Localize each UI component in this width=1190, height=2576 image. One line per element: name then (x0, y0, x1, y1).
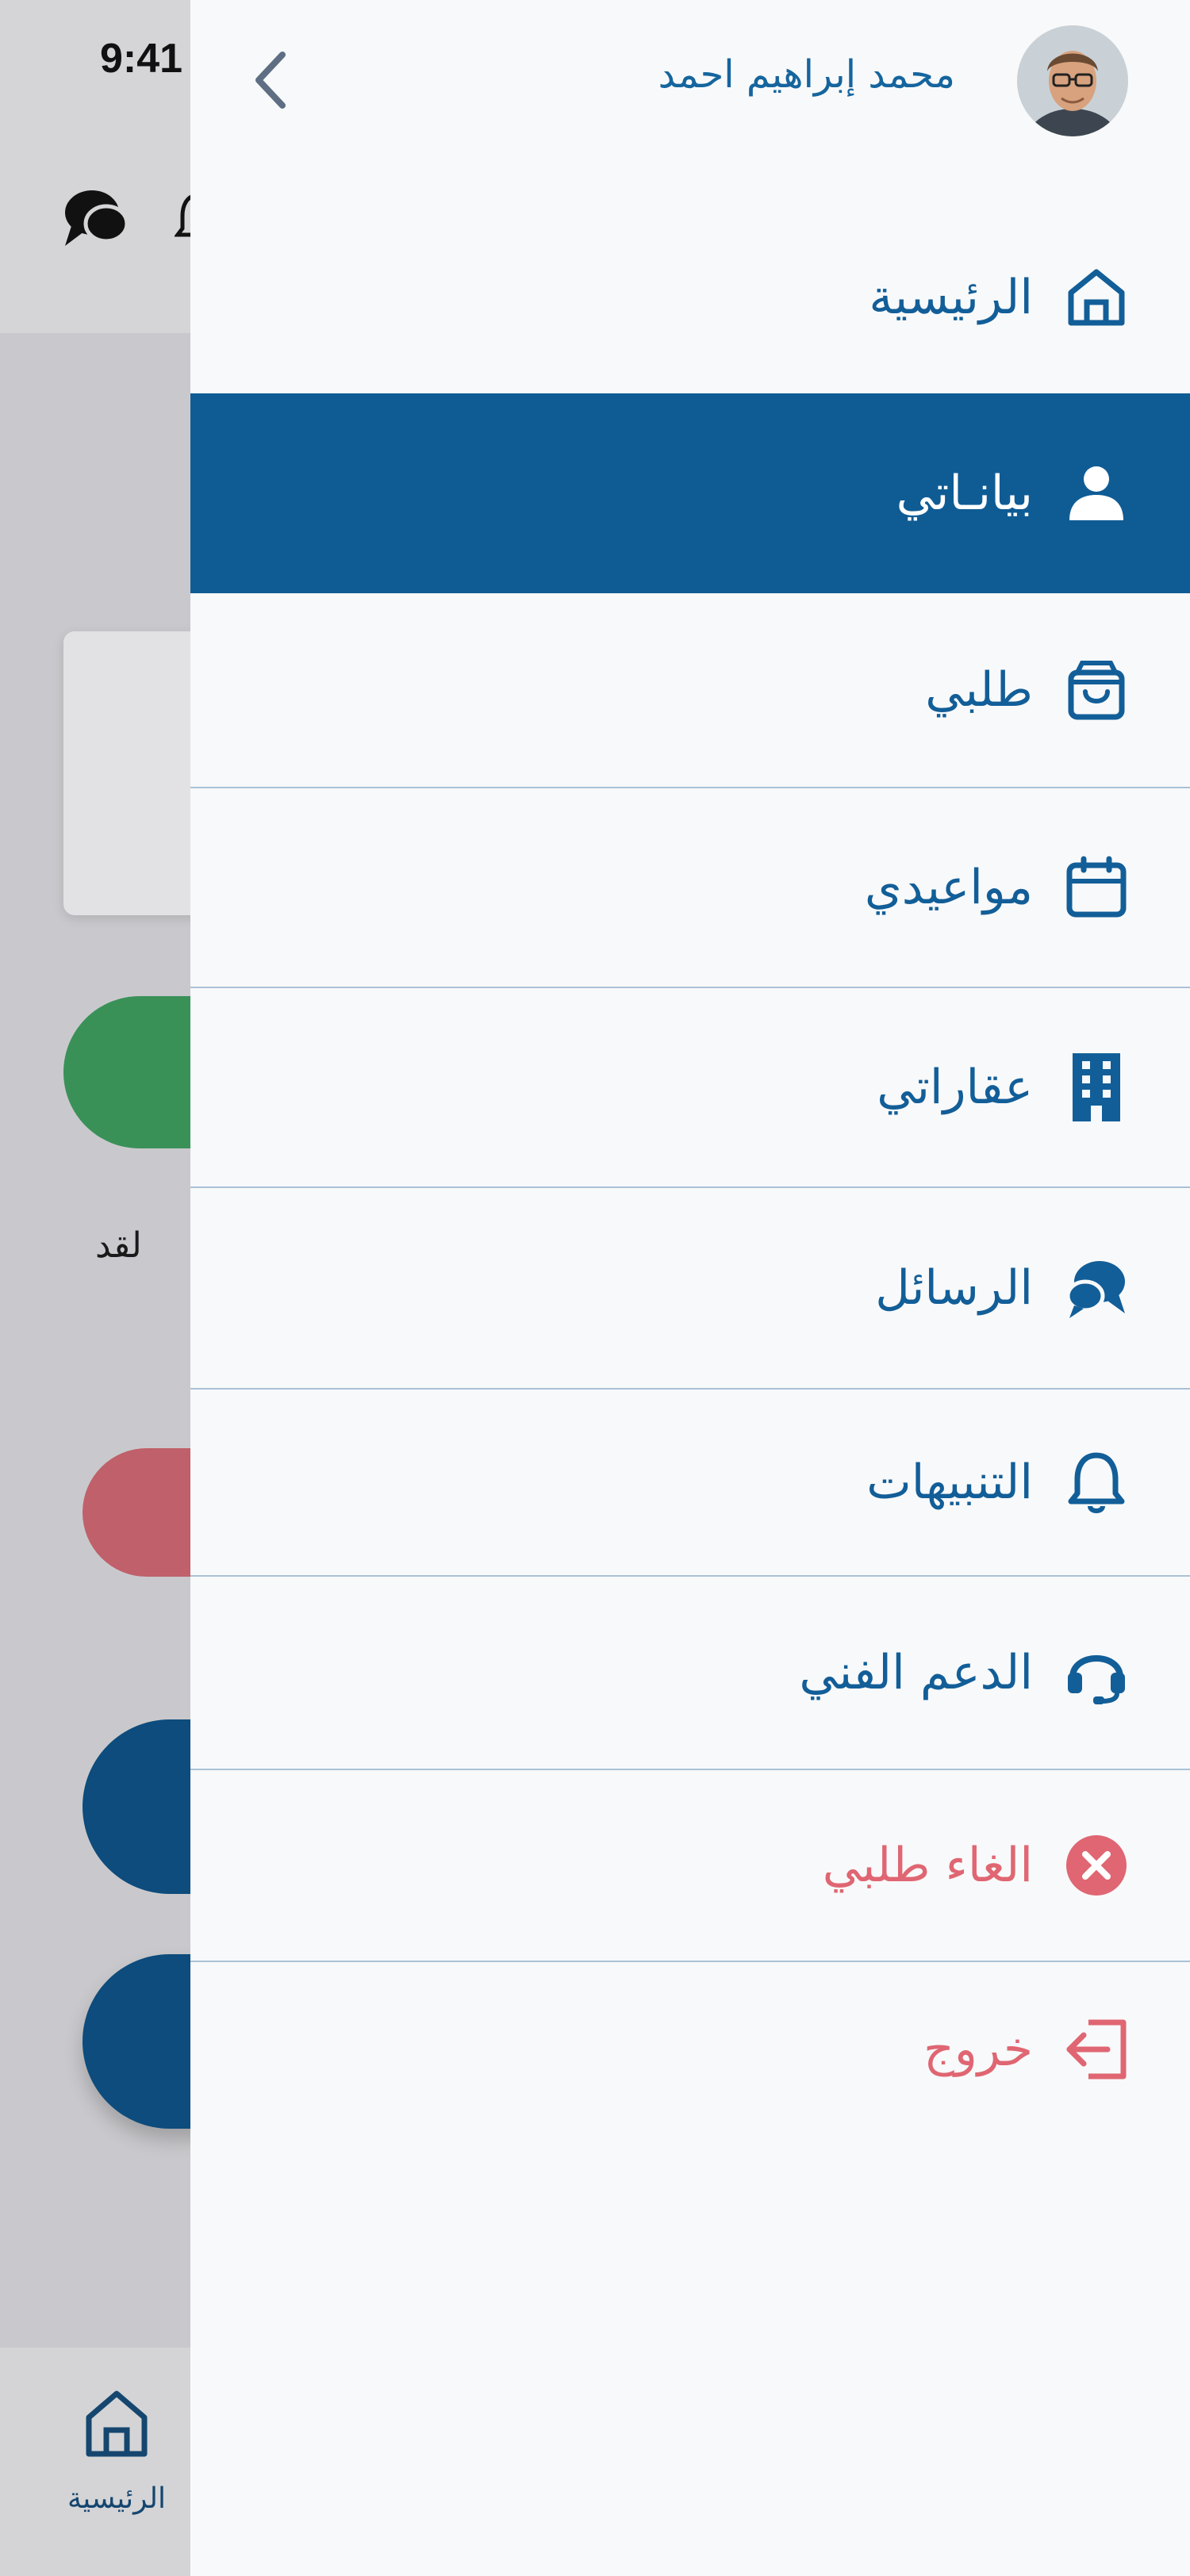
back-button[interactable] (243, 44, 298, 116)
building-icon (1065, 1053, 1128, 1121)
menu-item-label: مواعيدي (864, 860, 1033, 915)
logout-icon (1065, 2018, 1128, 2081)
menu-item-label: الرئيسية (869, 270, 1033, 325)
chevron-left-icon (255, 52, 286, 109)
user-icon (1065, 462, 1128, 525)
menu-item-appointments[interactable]: مواعيدي (190, 788, 1190, 987)
menu-item-label: بيانـاتي (896, 466, 1033, 521)
menu-item-messages[interactable]: الرسائل (190, 1188, 1190, 1388)
side-drawer: محمد إبراهيم احمد الرئيسية بيانـاتي طلبي… (190, 0, 1190, 2576)
menu-item-cancel-order[interactable]: الغاء طلبي (190, 1770, 1190, 1961)
background-text: لقد (95, 1225, 142, 1266)
menu-item-label: الرسائل (875, 1260, 1033, 1316)
user-name: محمد إبراهيم احمد (658, 52, 955, 97)
drawer-header: محمد إبراهيم احمد (190, 0, 1190, 159)
bag-icon (1065, 658, 1128, 722)
home-icon (1065, 266, 1128, 329)
menu-item-label: طلبي (925, 662, 1033, 718)
menu-item-logout[interactable]: خروج (190, 1962, 1190, 2137)
calendar-icon (1065, 856, 1128, 919)
menu-item-label: الغاء طلبي (822, 1838, 1033, 1893)
chat-icon[interactable] (60, 182, 132, 254)
avatar[interactable] (1017, 25, 1128, 136)
tab-home-label[interactable]: الرئيسية (57, 2482, 176, 2515)
menu-item-my-data[interactable]: بيانـاتي (190, 393, 1190, 593)
menu-item-label: عقاراتي (877, 1060, 1033, 1115)
menu-item-support[interactable]: الدعم الفني (190, 1577, 1190, 1769)
chat-icon (1065, 1256, 1128, 1320)
menu-item-label: خروج (923, 2022, 1033, 2077)
avatar-image (1017, 25, 1128, 136)
status-time: 9:41 (100, 36, 183, 82)
bell-icon (1065, 1451, 1128, 1514)
menu-item-notifications[interactable]: التنبيهات (190, 1390, 1190, 1575)
home-icon[interactable] (83, 2387, 151, 2459)
headset-icon (1065, 1641, 1128, 1704)
menu-item-my-order[interactable]: طلبي (190, 593, 1190, 787)
menu-item-properties[interactable]: عقاراتي (190, 988, 1190, 1186)
cancel-icon (1065, 1834, 1128, 1897)
menu-item-label: الدعم الفني (799, 1645, 1033, 1700)
menu-item-home[interactable]: الرئيسية (190, 198, 1190, 397)
menu-item-label: التنبيهات (866, 1455, 1033, 1510)
